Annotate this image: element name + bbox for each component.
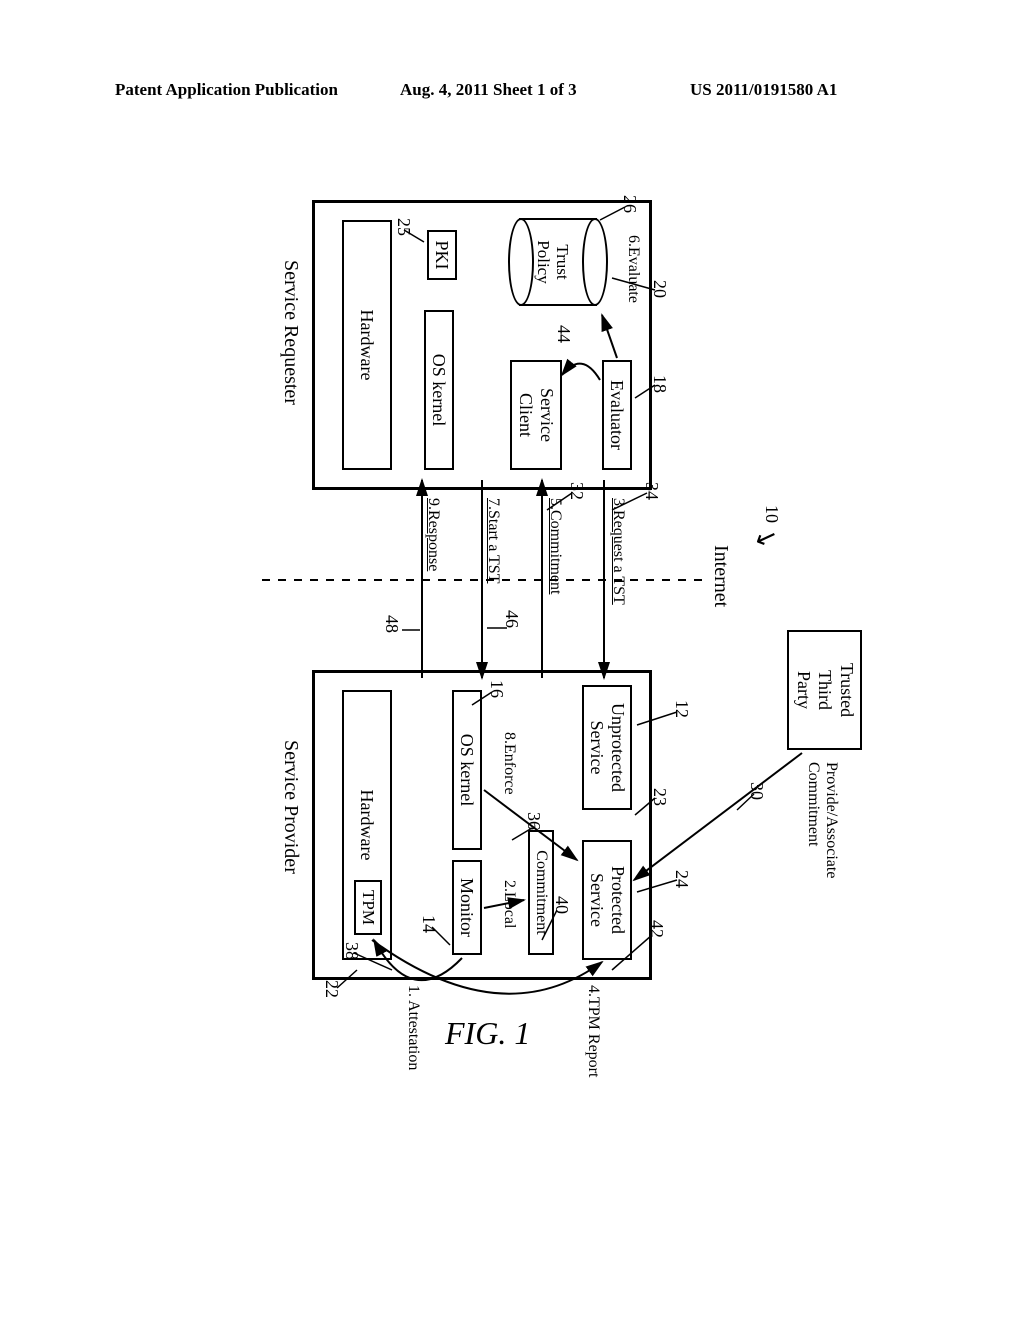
ref-48: 48 [381, 615, 402, 633]
service-requester-label: Service Requester [279, 260, 302, 405]
diagram: Trusted Third Party Evaluator Service Cl… [122, 180, 902, 1000]
trust-policy-cylinder: Trust Policy [519, 218, 597, 306]
step-1-label: 1. Attestation [404, 985, 422, 1070]
ref-18: 18 [649, 375, 670, 393]
internet-label: Internet [709, 545, 732, 607]
ref-40: 40 [551, 896, 572, 914]
ref-12: 12 [671, 700, 692, 718]
unprotected-service-box: Unprotected Service [582, 685, 632, 810]
figure-label: FIG. 1 [445, 1015, 530, 1052]
trusted-third-party-box: Trusted Third Party [787, 630, 862, 750]
step-7-label: 7.Start a TST [484, 498, 502, 583]
header-left: Patent Application Publication [115, 80, 338, 100]
ref-20: 20 [649, 280, 670, 298]
provide-associate-label: Provide/Associate Commitment [803, 762, 840, 878]
step-5-label: 5.Commitment [546, 498, 564, 594]
step-8-label: 8.Enforce [500, 732, 518, 795]
header-center: Aug. 4, 2011 Sheet 1 of 3 [400, 80, 577, 100]
ref-10: 10↘ [757, 505, 787, 549]
ref-44: 44 [553, 325, 574, 343]
requester-os-kernel-box: OS kernel [424, 310, 454, 470]
ref-38: 38 [341, 942, 362, 960]
protected-service-box: Protected Service [582, 840, 632, 960]
ref-24: 24 [671, 870, 692, 888]
ref-14: 14 [418, 915, 439, 933]
service-client-box: Service Client [510, 360, 562, 470]
ref-25: 25 [393, 218, 414, 236]
tpm-box: TPM [354, 880, 382, 935]
ref-42: 42 [646, 920, 667, 938]
ref-23: 23 [649, 788, 670, 806]
service-provider-label: Service Provider [279, 740, 302, 874]
ref-16: 16 [486, 680, 507, 698]
commitment-box: Commitment [528, 830, 554, 955]
requester-hardware-box: Hardware [342, 220, 392, 470]
ref-22: 22 [321, 980, 342, 998]
step-9-label: 9.Response [424, 498, 442, 571]
provider-os-kernel-box: OS kernel [452, 690, 482, 850]
ref-46: 46 [501, 610, 522, 628]
pki-box: PKI [427, 230, 457, 280]
ref-34: 34 [641, 482, 662, 500]
header-right: US 2011/0191580 A1 [690, 80, 837, 100]
step-6-label: 6.Evaluate [624, 235, 642, 303]
step-3-label: 3.Request a TST [609, 498, 627, 605]
monitor-box: Monitor [452, 860, 482, 955]
ref-30: 30 [746, 782, 767, 800]
step-4-label: 4.TPM Report [584, 985, 602, 1077]
step-2-label: 2.Local [500, 880, 518, 928]
evaluator-box: Evaluator [602, 360, 632, 470]
ref-26: 26 [619, 195, 640, 213]
ref-36: 36 [523, 812, 544, 830]
ref-32: 32 [566, 482, 587, 500]
